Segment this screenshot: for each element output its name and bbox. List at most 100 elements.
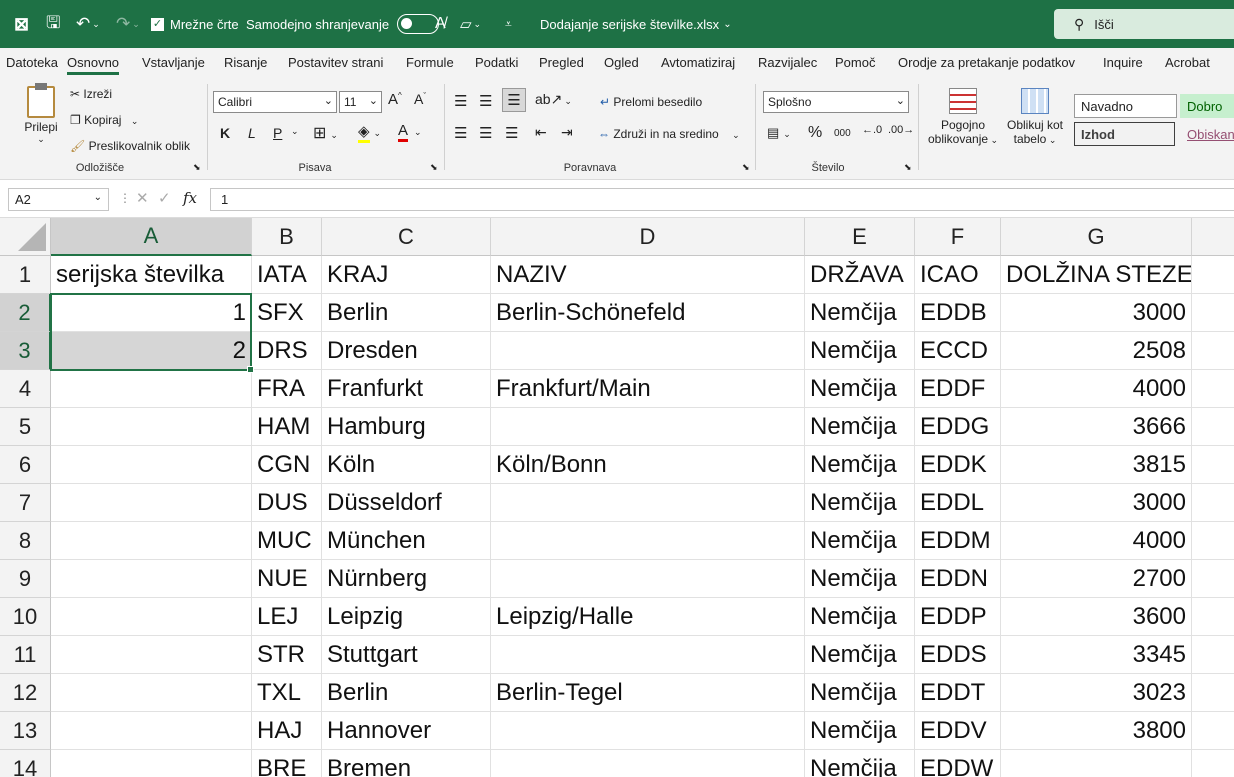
table-cell[interactable]: Nemčija	[805, 712, 915, 750]
column-header-b[interactable]: B	[252, 218, 322, 256]
table-cell[interactable]	[51, 446, 252, 484]
table-cell[interactable]	[1192, 256, 1234, 294]
table-cell[interactable]: Nemčija	[805, 636, 915, 674]
tab-view[interactable]: Ogled	[604, 55, 639, 70]
thousands-button[interactable]: 000	[834, 128, 851, 139]
fill-handle[interactable]	[247, 366, 254, 373]
table-cell[interactable]: MUC	[252, 522, 322, 560]
row-header[interactable]: 14	[0, 750, 51, 777]
column-header-e[interactable]: E	[805, 218, 915, 256]
table-cell[interactable]: Nemčija	[805, 674, 915, 712]
table-cell[interactable]: Nemčija	[805, 408, 915, 446]
table-cell[interactable]: DUS	[252, 484, 322, 522]
table-cell[interactable]: 3666	[1001, 408, 1192, 446]
fill-color-icon[interactable]: ◈ ⌄	[358, 122, 381, 143]
tab-formulas[interactable]: Formule	[406, 55, 454, 70]
table-cell[interactable]	[1192, 522, 1234, 560]
table-cell[interactable]	[1192, 294, 1234, 332]
table-cell[interactable]	[1192, 598, 1234, 636]
table-cell[interactable]: EDDW	[915, 750, 1001, 777]
table-cell[interactable]	[51, 750, 252, 777]
row-header[interactable]: 2	[0, 294, 51, 332]
table-cell[interactable]	[491, 560, 805, 598]
tab-data[interactable]: Podatki	[475, 55, 518, 70]
table-cell[interactable]: EDDB	[915, 294, 1001, 332]
style-output[interactable]: Izhod	[1074, 122, 1175, 146]
table-cell[interactable]: EDDG	[915, 408, 1001, 446]
table-cell[interactable]: EDDT	[915, 674, 1001, 712]
table-cell[interactable]: Nemčija	[805, 446, 915, 484]
table-cell[interactable]	[51, 484, 252, 522]
table-cell[interactable]	[1192, 446, 1234, 484]
table-cell[interactable]	[491, 484, 805, 522]
table-cell[interactable]: Berlin	[322, 294, 491, 332]
table-cell[interactable]: HAM	[252, 408, 322, 446]
align-top-icon[interactable]: ☰	[454, 92, 467, 110]
table-cell[interactable]: HAJ	[252, 712, 322, 750]
column-header-f[interactable]: F	[915, 218, 1001, 256]
table-cell[interactable]	[51, 636, 252, 674]
row-header[interactable]: 6	[0, 446, 51, 484]
row-header[interactable]: 10	[0, 598, 51, 636]
font-size-select[interactable]: 11 ⌄	[339, 91, 382, 113]
format-as-table-button[interactable]: Oblikuj kot tabelo ⌄	[1002, 88, 1068, 146]
table-cell[interactable]: Nemčija	[805, 484, 915, 522]
tab-automate[interactable]: Avtomatiziraj	[661, 55, 735, 70]
column-title-cell[interactable]: ICAO	[915, 256, 1001, 294]
table-cell[interactable]: 2	[51, 332, 252, 370]
decrease-decimal-icon[interactable]: .00→	[888, 124, 914, 136]
table-cell[interactable]	[491, 332, 805, 370]
tab-inquire[interactable]: Inquire	[1103, 55, 1143, 70]
row-header[interactable]: 12	[0, 674, 51, 712]
column-header-g[interactable]: G	[1001, 218, 1192, 256]
table-cell[interactable]	[491, 712, 805, 750]
style-normal[interactable]: Navadno	[1074, 94, 1177, 118]
align-bottom-icon[interactable]: ☰	[502, 88, 526, 112]
table-cell[interactable]: 3800	[1001, 712, 1192, 750]
table-cell[interactable]: Nemčija	[805, 598, 915, 636]
table-cell[interactable]: 3815	[1001, 446, 1192, 484]
bold-button[interactable]: K	[220, 125, 230, 141]
tab-file[interactable]: Datoteka	[6, 55, 58, 70]
table-cell[interactable]: Frankfurt/Main	[491, 370, 805, 408]
column-title-cell[interactable]: NAZIV	[491, 256, 805, 294]
column-header-c[interactable]: C	[322, 218, 491, 256]
tab-page-layout[interactable]: Postavitev strani	[288, 55, 383, 70]
cut-button[interactable]: ✂ Izreži	[70, 87, 112, 101]
tab-insert[interactable]: Vstavljanje	[142, 55, 205, 70]
column-title-cell[interactable]: DRŽAVA	[805, 256, 915, 294]
file-title[interactable]: Dodajanje serijske številke.xlsx ⌄	[540, 0, 732, 48]
increase-indent-icon[interactable]: ⇥	[561, 124, 573, 141]
autosave-toggle[interactable]: Samodejno shranjevanje	[246, 0, 440, 48]
decrease-indent-icon[interactable]: ⇤	[535, 124, 547, 141]
italic-button[interactable]: L	[248, 125, 256, 141]
table-cell[interactable]: Dresden	[322, 332, 491, 370]
save-icon[interactable]: 🖫	[46, 0, 60, 48]
table-cell[interactable]	[51, 674, 252, 712]
table-cell[interactable]: Nürnberg	[322, 560, 491, 598]
table-cell[interactable]: Nemčija	[805, 522, 915, 560]
tab-draw[interactable]: Risanje	[224, 55, 267, 70]
table-cell[interactable]	[1192, 674, 1234, 712]
chevron-down-icon[interactable]: ⌄	[291, 126, 299, 137]
table-cell[interactable]	[51, 598, 252, 636]
table-cell[interactable]: Nemčija	[805, 560, 915, 598]
table-cell[interactable]: 4000	[1001, 370, 1192, 408]
orientation-icon[interactable]: ab↗ ⌄	[535, 91, 572, 108]
table-cell[interactable]: LEJ	[252, 598, 322, 636]
format-painter-button[interactable]: 🖌 Preslikovalnik oblik	[70, 139, 190, 153]
table-cell[interactable]: EDDK	[915, 446, 1001, 484]
row-header[interactable]: 4	[0, 370, 51, 408]
table-cell[interactable]: DRS	[252, 332, 322, 370]
table-cell[interactable]: STR	[252, 636, 322, 674]
style-good[interactable]: Dobro	[1180, 94, 1234, 118]
tab-developer[interactable]: Razvijalec	[758, 55, 817, 70]
table-cell[interactable]: EDDP	[915, 598, 1001, 636]
gridlines-checkbox[interactable]: ✓ Mrežne črte	[151, 0, 239, 48]
table-cell[interactable]: Hamburg	[322, 408, 491, 446]
table-cell[interactable]	[1192, 408, 1234, 446]
table-cell[interactable]: EDDM	[915, 522, 1001, 560]
currency-icon[interactable]: ▤ ⌄	[767, 125, 791, 141]
align-left-icon[interactable]: ☰	[454, 124, 467, 142]
paste-button[interactable]: Prilepi ⌄	[22, 83, 60, 145]
